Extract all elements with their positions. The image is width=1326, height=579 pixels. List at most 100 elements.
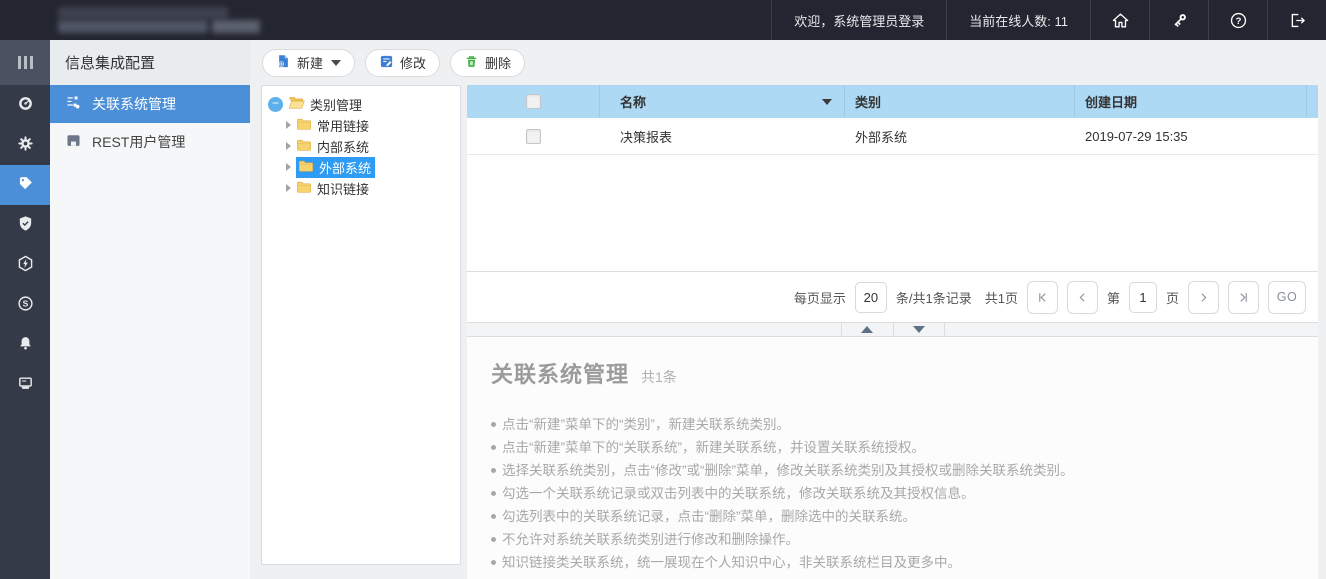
table-row[interactable]: 决策报表 外部系统 2019-07-29 15:35 <box>467 118 1318 155</box>
main-panel: 名称 类别 创建日期 决策报表 外部系统 2019-07-29 15:35 每页… <box>467 85 1318 579</box>
caret-right-icon[interactable] <box>286 163 291 171</box>
page-number-input[interactable] <box>1128 281 1157 313</box>
caret-right-icon[interactable] <box>286 142 291 150</box>
caret-right-icon[interactable] <box>286 184 291 192</box>
logo-blur-block <box>58 7 228 19</box>
next-page-button[interactable] <box>1188 280 1219 314</box>
app-logo-redacted <box>0 0 280 40</box>
help-panel: 关联系统管理 共1条 点击“新建”菜单下的“类别”，新建关联系统类别。 点击“新… <box>467 337 1318 579</box>
column-header-name[interactable]: 名称 <box>600 85 845 118</box>
arrow-up-icon <box>861 326 873 333</box>
tree-node[interactable]: 知识链接 <box>268 178 454 198</box>
column-header-label: 名称 <box>620 95 647 110</box>
pagination-bar: 每页显示 条/共1条记录 共1页 第 页 <box>467 271 1318 322</box>
modify-button[interactable]: 修改 <box>365 48 441 77</box>
folder-icon <box>296 117 312 134</box>
column-header-label: 类别 <box>855 95 882 110</box>
nav-item-rest-users[interactable]: REST用户管理 <box>50 123 250 161</box>
tree-node-label: 知识链接 <box>317 181 370 197</box>
menu-toggle-icon <box>17 56 33 69</box>
records-label: 条/共1条记录 <box>895 290 972 306</box>
page-prefix-label: 第 <box>1106 290 1120 306</box>
column-header-category[interactable]: 类别 <box>845 85 1075 118</box>
category-tree-panel: − 类别管理 常用链接 内部系统 外部系统 知识链接 <box>261 85 461 565</box>
sidebar-item-security[interactable] <box>0 205 50 245</box>
sidebar-item-dashboard[interactable] <box>0 85 50 125</box>
caret-right-icon[interactable] <box>286 121 291 129</box>
sidebar-item-terminal[interactable] <box>0 365 50 405</box>
tree-node-label: 类别管理 <box>310 97 363 113</box>
sidebar-item-power[interactable] <box>0 245 50 285</box>
sidebar-item-services[interactable]: S <box>0 285 50 325</box>
tree-node[interactable]: 内部系统 <box>268 136 454 156</box>
trash-icon <box>464 54 479 72</box>
splitter-collapse-up-button[interactable] <box>840 323 893 336</box>
sidebar-item-menu-toggle[interactable] <box>0 40 50 85</box>
table-empty-space <box>467 155 1318 271</box>
collapse-icon[interactable]: − <box>268 96 283 112</box>
tree-node-selected[interactable]: 外部系统 <box>268 156 454 178</box>
help-bullet: 点击“新建”菜单下的“类别”，新建关联系统类别。 <box>491 413 1294 436</box>
help-title: 关联系统管理 <box>491 362 630 387</box>
related-systems-icon <box>65 94 82 114</box>
go-button-label: GO <box>1276 290 1298 304</box>
per-page-label: 每页显示 <box>793 290 846 306</box>
home-button[interactable] <box>1090 0 1149 40</box>
table-header-row: 名称 类别 创建日期 <box>467 85 1318 118</box>
nav-panel-title: 信息集成配置 <box>50 40 250 85</box>
help-record-count: 共1条 <box>641 369 677 385</box>
rest-users-icon <box>65 132 82 152</box>
select-all-checkbox[interactable] <box>525 94 541 109</box>
delete-button[interactable]: 删除 <box>450 48 526 77</box>
welcome-text: 欢迎，系统管理员登录 <box>771 0 946 40</box>
splitter-collapse-down-button[interactable] <box>892 323 945 336</box>
help-bullet-list: 点击“新建”菜单下的“类别”，新建关联系统类别。 点击“新建”菜单下的“关联系统… <box>491 413 1294 574</box>
prev-page-button[interactable] <box>1066 280 1098 314</box>
column-header-created[interactable]: 创建日期 <box>1075 85 1307 118</box>
tree-node-label: 常用链接 <box>317 118 370 134</box>
sidebar-item-integration[interactable] <box>0 165 50 205</box>
open-folder-icon <box>288 95 305 113</box>
nav-item-label: REST用户管理 <box>92 134 186 150</box>
key-icon <box>1170 11 1189 30</box>
logo-blur-block <box>58 20 208 33</box>
tree-node-root[interactable]: − 类别管理 <box>268 94 454 114</box>
last-page-button[interactable] <box>1228 280 1259 314</box>
folder-icon <box>296 138 312 155</box>
cell-name: 决策报表 <box>620 129 673 145</box>
logout-button[interactable] <box>1267 0 1326 40</box>
row-select-cell <box>467 128 600 144</box>
content-body: − 类别管理 常用链接 内部系统 外部系统 知识链接 名称 类别 创建日期 决策… <box>250 85 1326 579</box>
help-bullet: 知识链接类关联系统，统一展现在个人知识中心，非关联系统栏目及更多中。 <box>491 551 1294 574</box>
per-page-input[interactable] <box>854 281 887 313</box>
settings-gear-icon <box>17 135 34 155</box>
new-button[interactable]: 新建 <box>262 48 356 77</box>
tag-icon <box>17 175 34 195</box>
bell-icon <box>17 335 34 355</box>
splitter-bar[interactable] <box>467 322 1318 337</box>
sidebar-item-settings[interactable] <box>0 125 50 165</box>
new-button-label: 新建 <box>297 56 324 71</box>
help-bullet: 勾选列表中的关联系统记录，点击“删除”菜单，删除选中的关联系统。 <box>491 505 1294 528</box>
first-page-button[interactable] <box>1026 280 1058 314</box>
new-document-icon <box>276 54 291 72</box>
home-icon <box>1111 11 1130 30</box>
total-pages-label: 共1页 <box>984 290 1018 306</box>
password-button[interactable] <box>1149 0 1208 40</box>
topbar: 欢迎，系统管理员登录 当前在线人数: 11 ? <box>0 0 1326 40</box>
help-bullet: 勾选一个关联系统记录或双击列表中的关联系统，修改关联系统及其授权信息。 <box>491 482 1294 505</box>
icon-sidebar: S <box>0 40 50 579</box>
sidebar-item-notifications[interactable] <box>0 325 50 365</box>
help-bullet: 不允许对系统关联系统类别进行修改和删除操作。 <box>491 528 1294 551</box>
sort-descending-icon[interactable] <box>822 98 832 105</box>
chevron-down-icon <box>331 59 342 66</box>
app-body: S 信息集成配置 关联系统管理 REST用户管理 新建 修改 删除 − 类别管理… <box>0 40 1326 579</box>
dashboard-icon <box>17 95 34 115</box>
nav-item-related-systems[interactable]: 关联系统管理 <box>50 85 250 123</box>
logo-blur-block <box>212 20 260 33</box>
help-button[interactable]: ? <box>1208 0 1267 40</box>
row-checkbox[interactable] <box>526 128 541 144</box>
go-button[interactable]: GO <box>1268 280 1306 314</box>
tree-node[interactable]: 常用链接 <box>268 115 454 135</box>
